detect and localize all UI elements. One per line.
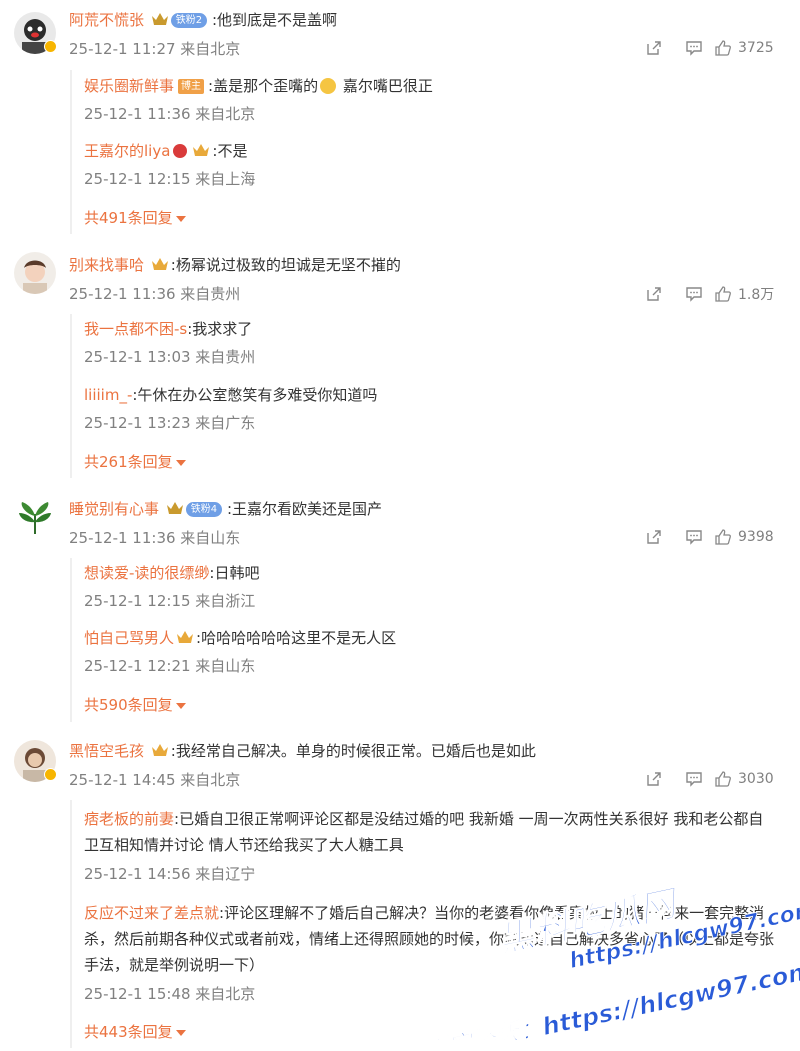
caret-down-icon — [175, 702, 186, 709]
comment-username[interactable]: 阿荒不慌张 — [69, 11, 144, 29]
share-icon[interactable] — [634, 528, 674, 546]
comment-2: 别来找事哈 :杨幂说过极致的坦诚是无坚不摧的 25-12-1 11:36 来自贵… — [0, 244, 800, 484]
comment-icon[interactable] — [674, 285, 714, 303]
like-icon — [715, 40, 731, 56]
verified-badge-icon — [44, 768, 57, 781]
reply-text: :盖是那个歪嘴的 — [208, 77, 319, 95]
like-icon — [715, 286, 731, 302]
caret-down-icon — [175, 1029, 186, 1036]
comment-icon[interactable] — [674, 770, 714, 788]
like-icon — [715, 529, 731, 545]
reply-1: 想读爱-读的很缥缈:日韩吧 25-12-1 12:15 来自浙江 — [84, 563, 778, 611]
reply-block: 我一点都不困-s:我求求了 25-12-1 13:03 来自贵州 liiiim_… — [70, 314, 778, 478]
comment-username[interactable]: 别来找事哈 — [69, 256, 144, 274]
crown-icon — [166, 502, 183, 514]
fan-badge: 铁粉2 — [170, 13, 208, 28]
crown-icon — [193, 144, 210, 156]
comment-meta: 25-12-1 11:27 来自北京 — [69, 40, 241, 58]
reply-username[interactable]: 想读爱-读的很缥缈 — [84, 564, 209, 582]
reply-text: :已婚自卫很正常啊评论区都是没结过婚的吧 我新婚 一周一次两性关系很好 我和老公… — [84, 810, 764, 854]
reply-block: 想读爱-读的很缥缈:日韩吧 25-12-1 12:15 来自浙江 怕自己骂男人:… — [70, 558, 778, 722]
reply-username[interactable]: 我一点都不困-s — [84, 320, 187, 338]
host-tag: 博主 — [178, 79, 205, 94]
reply-username[interactable]: 反应不过来了差点就 — [84, 904, 219, 922]
comment-username[interactable]: 睡觉别有心事 — [69, 500, 159, 518]
avatar[interactable] — [14, 252, 56, 294]
comment-actions: 1.8万 — [634, 284, 778, 304]
caret-down-icon — [175, 215, 186, 222]
smirk-emoji-icon — [320, 78, 337, 94]
comment-1: 阿荒不慌张 铁粉2 :他到底是不是盖啊 25-12-1 11:27 来自北京 3… — [0, 0, 800, 240]
comment-icon[interactable] — [674, 39, 714, 57]
reply-2: 怕自己骂男人 :哈哈哈哈哈哈这里不是无人区 25-12-1 12:21 来自山东 — [84, 628, 778, 676]
reply-username[interactable]: 王嘉尔的liya — [84, 142, 170, 160]
reply-2: liiiim_-:午休在办公室憋笑有多难受你知道吗 25-12-1 13:23 … — [84, 385, 778, 433]
reply-meta: 25-12-1 13:03 来自贵州 — [84, 348, 256, 366]
reply-1: 娱乐圈新鲜事 博主:盖是那个歪嘴的 嘉尔嘴巴很正 25-12-1 11:36 来自… — [84, 76, 778, 124]
share-icon[interactable] — [634, 770, 674, 788]
crown-icon — [151, 258, 168, 270]
like-count: 1.8万 — [738, 287, 775, 303]
more-replies-link[interactable]: 共443条回复 — [84, 1021, 186, 1042]
more-replies-link[interactable]: 共590条回复 — [84, 694, 186, 715]
comment-text: :杨幂说过极致的坦诚是无坚不摧的 — [170, 256, 401, 274]
share-icon[interactable] — [634, 39, 674, 57]
reply-text: :不是 — [212, 142, 248, 160]
reply-username[interactable]: 怕自己骂男人 — [84, 629, 174, 647]
caret-down-icon — [175, 459, 186, 466]
reply-meta: 25-12-1 11:36 来自北京 — [84, 105, 256, 123]
reply-2: 反应不过来了差点就:评论区理解不了婚后自己解决？当你的老婆看你像看案板上的猪一样… — [84, 900, 778, 1004]
like-button[interactable]: 3030 — [714, 770, 778, 788]
crown-icon — [177, 631, 194, 643]
reply-text: :我求求了 — [187, 320, 253, 338]
reply-meta: 25-12-1 14:56 来自辽宁 — [84, 865, 256, 883]
reply-meta: 25-12-1 12:15 来自浙江 — [84, 592, 256, 610]
reply-text: :哈哈哈哈哈哈这里不是无人区 — [196, 629, 397, 647]
comment-username[interactable]: 黑悟空毛孩 — [69, 742, 144, 760]
comment-4: 黑悟空毛孩 :我经常自己解决。单身的时候很正常。已婚后也是如此 25-12-1 … — [0, 732, 800, 1051]
like-button[interactable]: 9398 — [714, 528, 778, 546]
like-icon — [715, 771, 731, 787]
reply-meta: 25-12-1 12:15 来自上海 — [84, 170, 256, 188]
comment-meta: 25-12-1 14:45 来自北京 — [69, 771, 241, 789]
comment-icon[interactable] — [674, 528, 714, 546]
like-count: 3725 — [738, 40, 774, 56]
reply-meta: 25-12-1 12:21 来自山东 — [84, 657, 256, 675]
share-icon[interactable] — [634, 285, 674, 303]
comment-3: 睡觉别有心事 铁粉4 :王嘉尔看欧美还是国产 25-12-1 11:36 来自山… — [0, 488, 800, 728]
comment-actions: 3725 — [634, 39, 778, 57]
reply-text: :午休在办公室憋笑有多难受你知道吗 — [132, 386, 378, 404]
avatar[interactable] — [14, 496, 56, 538]
comment-text: :我经常自己解决。单身的时候很正常。已婚后也是如此 — [170, 742, 536, 760]
verified-badge-icon — [44, 40, 57, 53]
reply-block: 痞老板的前妻:已婚自卫很正常啊评论区都是没结过婚的吧 我新婚 一周一次两性关系很… — [70, 800, 778, 1048]
reply-block: 娱乐圈新鲜事 博主:盖是那个歪嘴的 嘉尔嘴巴很正 25-12-1 11:36 来自… — [70, 70, 778, 234]
reply-2: 王嘉尔的liya :不是 25-12-1 12:15 来自上海 — [84, 141, 778, 189]
like-button[interactable]: 3725 — [714, 39, 778, 57]
fan-badge: 铁粉4 — [185, 502, 223, 517]
comment-actions: 9398 — [634, 528, 778, 546]
reply-username[interactable]: liiiim_- — [84, 386, 132, 404]
comment-meta: 25-12-1 11:36 来自贵州 — [69, 285, 241, 303]
like-count: 3030 — [738, 771, 774, 787]
like-button[interactable]: 1.8万 — [714, 284, 778, 304]
reply-meta: 25-12-1 13:23 来自广东 — [84, 414, 256, 432]
comment-text: :他到底是不是盖啊 — [211, 11, 338, 29]
comment-actions: 3030 — [634, 770, 778, 788]
reply-1: 我一点都不困-s:我求求了 25-12-1 13:03 来自贵州 — [84, 319, 778, 367]
reply-username[interactable]: 痞老板的前妻 — [84, 810, 174, 828]
comment-text: :王嘉尔看欧美还是国产 — [226, 500, 383, 518]
reply-username[interactable]: 娱乐圈新鲜事 — [84, 77, 174, 95]
more-replies-link[interactable]: 共261条回复 — [84, 451, 186, 472]
reply-text-after: 嘉尔嘴巴很正 — [338, 77, 433, 95]
reply-1: 痞老板的前妻:已婚自卫很正常啊评论区都是没结过婚的吧 我新婚 一周一次两性关系很… — [84, 806, 778, 884]
like-count: 9398 — [738, 529, 774, 545]
crown-icon — [151, 13, 168, 25]
red-badge-icon — [173, 144, 188, 158]
reply-text: :日韩吧 — [209, 564, 260, 582]
crown-icon — [151, 744, 168, 756]
comment-meta: 25-12-1 11:36 来自山东 — [69, 529, 241, 547]
more-replies-link[interactable]: 共491条回复 — [84, 207, 186, 228]
reply-meta: 25-12-1 15:48 来自北京 — [84, 985, 256, 1003]
